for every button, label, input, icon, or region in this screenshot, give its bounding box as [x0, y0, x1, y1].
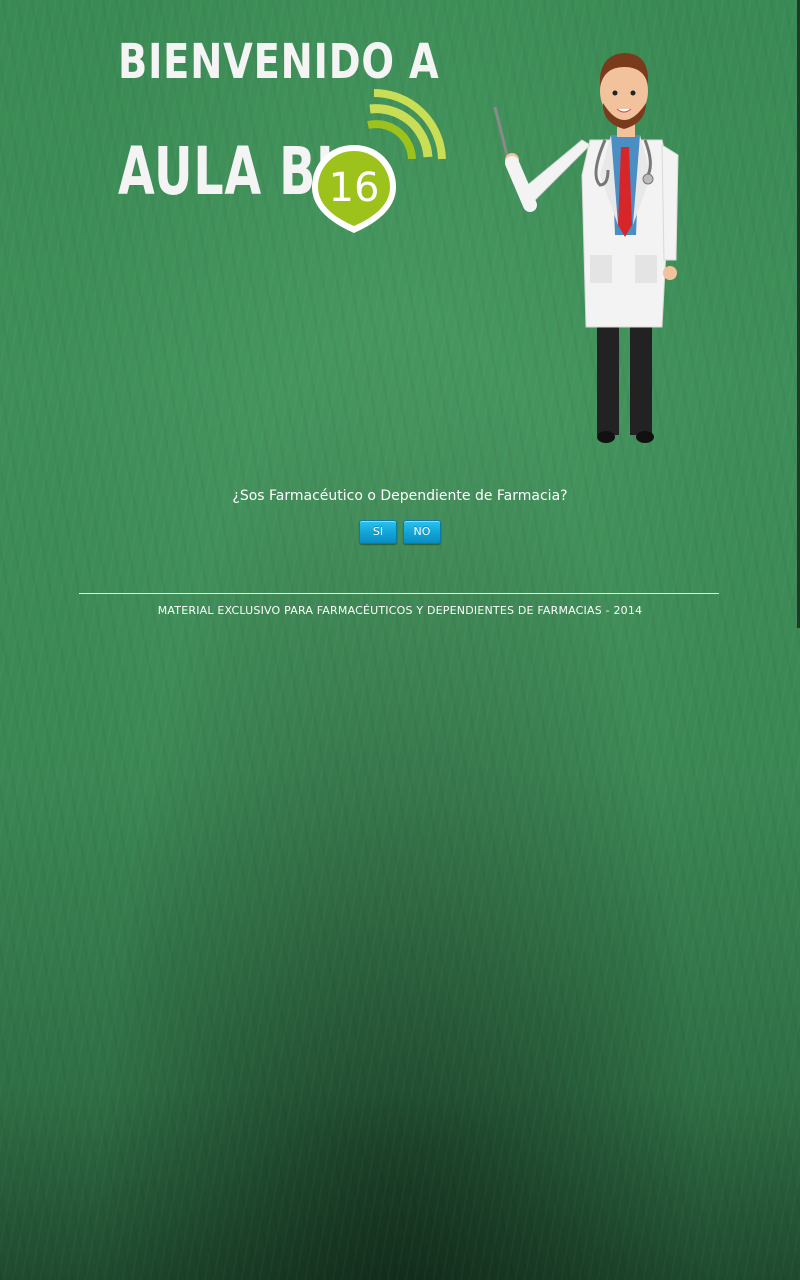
footer-disclaimer: MATERIAL EXCLUSIVO PARA FARMACÉUTICOS Y … — [157, 604, 643, 617]
logo-badge-number: 16 — [329, 165, 380, 211]
divider — [79, 593, 719, 594]
question-text: ¿Sos Farmacéutico o Dependiente de Farma… — [232, 488, 568, 504]
aulabio-logo: BIENVENIDO A AULA BI 16 — [118, 32, 448, 237]
yes-button[interactable]: SI — [359, 520, 397, 544]
no-button[interactable]: NO — [403, 520, 441, 544]
doctor-illustration — [493, 53, 679, 443]
answer-buttons: SI NO — [0, 520, 800, 544]
logo-brand-text: AULA BI — [118, 133, 335, 210]
logo-welcome-text: BIENVENIDO A — [118, 34, 440, 90]
location-pin-icon: 16 — [312, 89, 446, 233]
